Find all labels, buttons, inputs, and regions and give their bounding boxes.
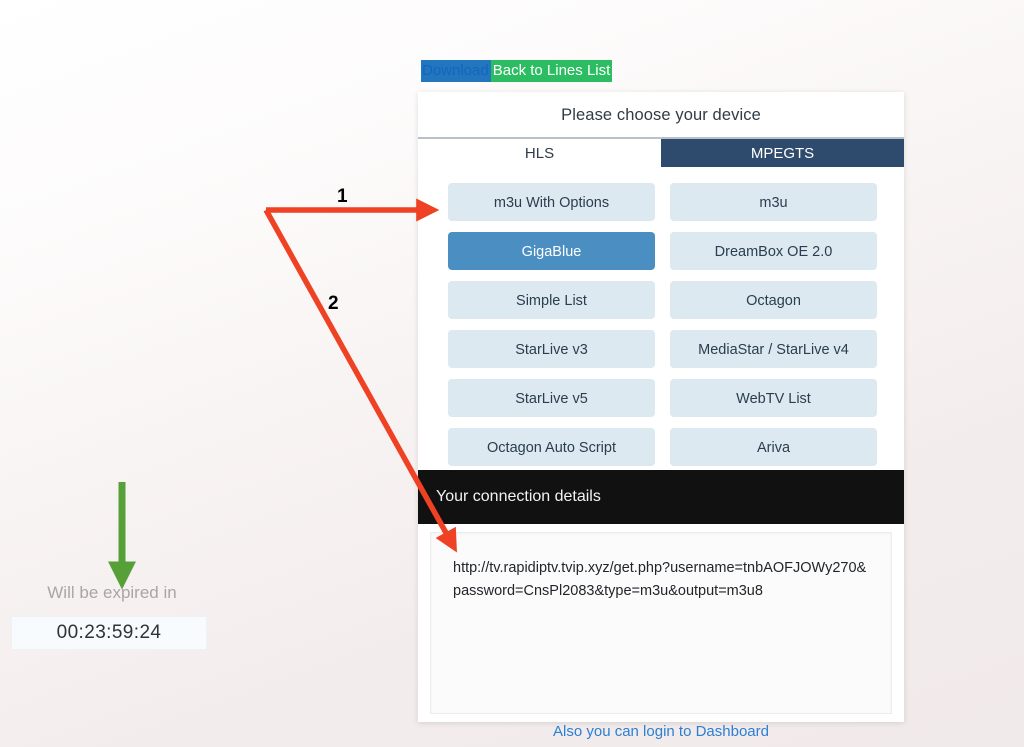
device-button-webtv-list[interactable]: WebTV List — [670, 379, 877, 417]
expiry-countdown-timer: 00:23:59:24 — [11, 616, 207, 650]
annotation-number-2: 2 — [328, 293, 339, 314]
device-button-starlive-v3[interactable]: StarLive v3 — [448, 330, 655, 368]
device-button-m3u-with-options[interactable]: m3u With Options — [448, 183, 655, 221]
device-button-m3u[interactable]: m3u — [670, 183, 877, 221]
connection-url-text: http://tv.rapidiptv.tvip.xyz/get.php?use… — [453, 560, 867, 599]
connection-url-box[interactable]: http://tv.rapidiptv.tvip.xyz/get.php?use… — [430, 532, 892, 714]
device-button-mediastar-starlive-v4[interactable]: MediaStar / StarLive v4 — [670, 330, 877, 368]
dashboard-login-link[interactable]: Also you can login to Dashboard — [418, 723, 904, 740]
device-button-octagon[interactable]: Octagon — [670, 281, 877, 319]
device-button-simple-list[interactable]: Simple List — [448, 281, 655, 319]
device-button-dreambox-oe-2-0[interactable]: DreamBox OE 2.0 — [670, 232, 877, 270]
page-title: Please choose your device — [561, 106, 761, 124]
tab-mpegts[interactable]: MPEGTS — [661, 139, 904, 167]
top-links-bar: Download Back to Lines List — [421, 60, 613, 82]
connection-details-body: http://tv.rapidiptv.tvip.xyz/get.php?use… — [418, 524, 904, 722]
expiry-label: Will be expired in — [47, 583, 177, 602]
device-button-gigablue[interactable]: GigaBlue — [448, 232, 655, 270]
device-button-grid: m3u With Options m3u GigaBlue DreamBox O… — [418, 167, 904, 466]
device-button-starlive-v5[interactable]: StarLive v5 — [448, 379, 655, 417]
annotation-number-1: 1 — [337, 186, 348, 207]
format-tabs: HLS MPEGTS — [418, 137, 904, 167]
back-to-lines-list-link[interactable]: Back to Lines List — [490, 60, 613, 82]
tab-hls[interactable]: HLS — [418, 139, 661, 167]
device-button-octagon-auto-script[interactable]: Octagon Auto Script — [448, 428, 655, 466]
download-link[interactable]: Download — [421, 60, 491, 82]
device-button-ariva[interactable]: Ariva — [670, 428, 877, 466]
connection-details-header: Your connection details — [418, 470, 904, 524]
